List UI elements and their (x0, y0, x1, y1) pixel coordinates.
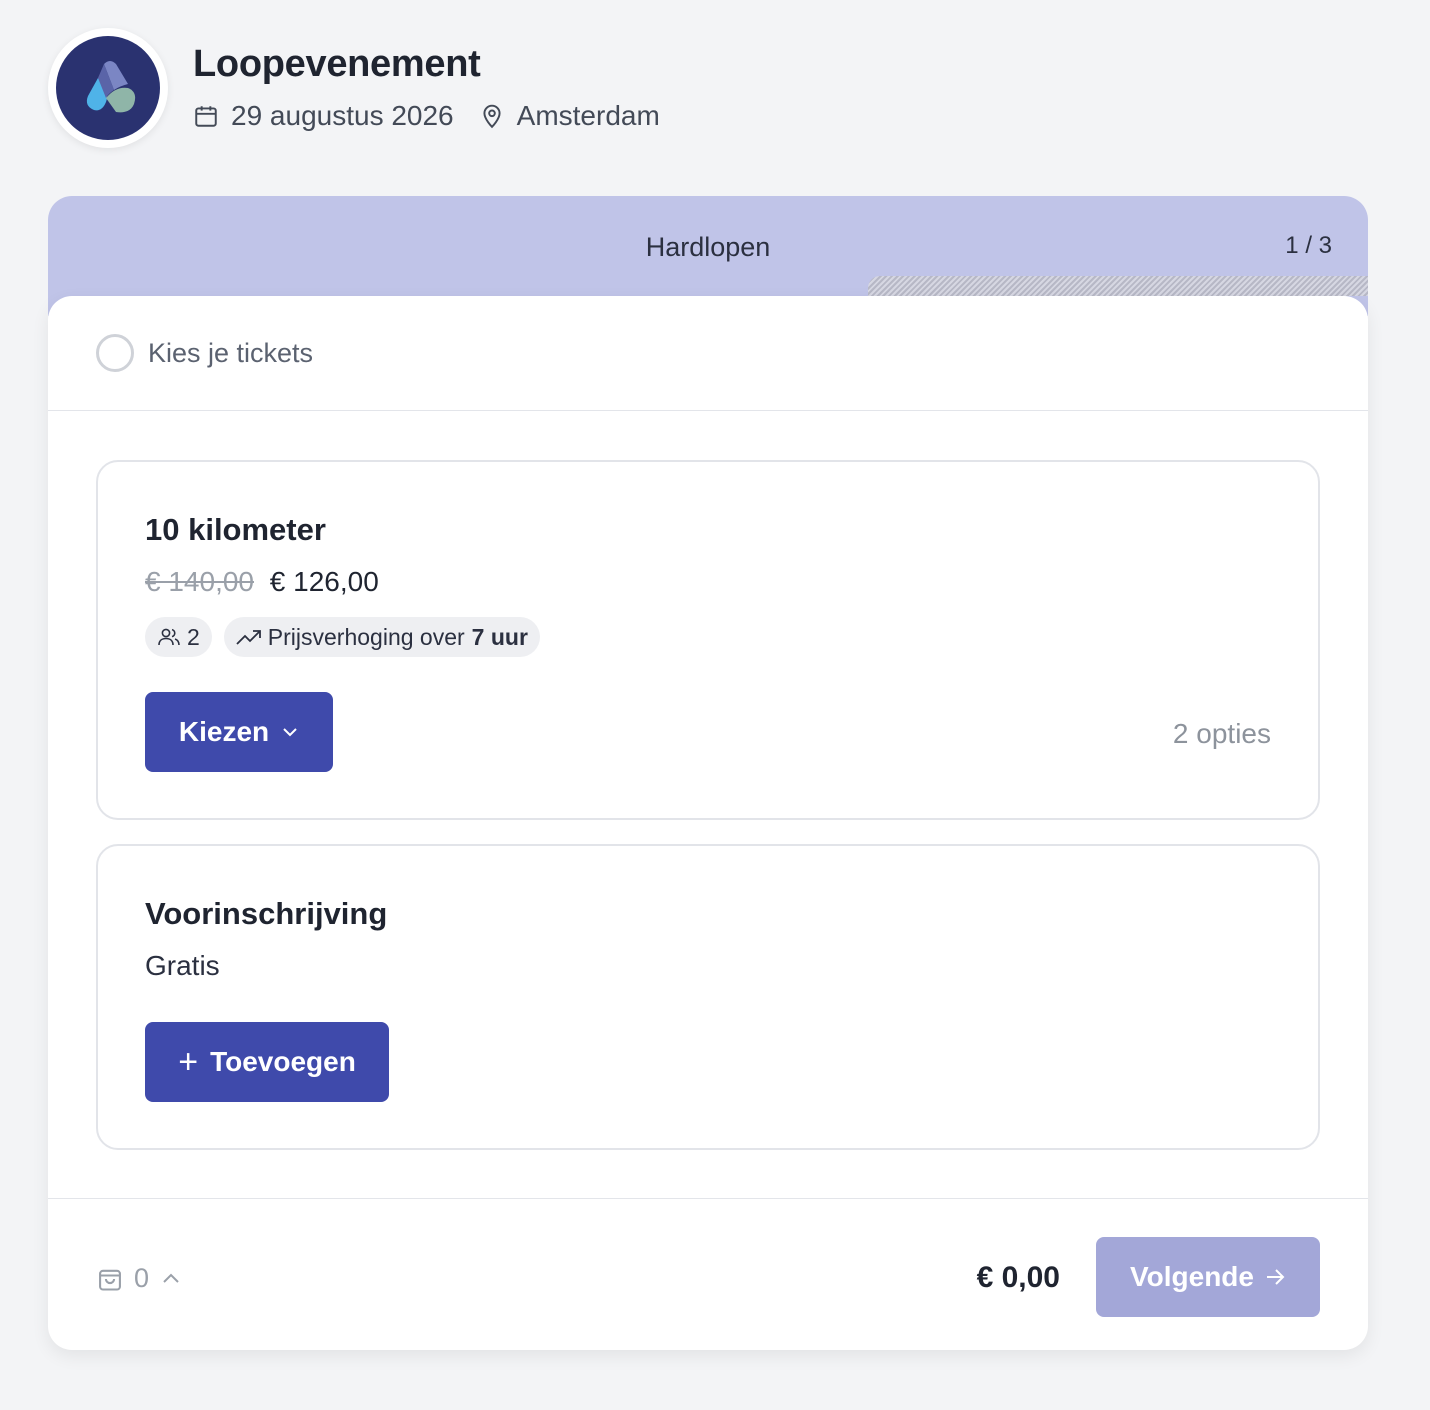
participants-count: 2 (187, 623, 200, 650)
plus-icon: + (178, 1043, 199, 1081)
ticket-price-old: € 140,00 (145, 566, 254, 597)
add-button[interactable]: + Toevoegen (145, 1022, 389, 1102)
ticket-price: Gratis (145, 950, 220, 981)
price-increase-badge: Prijsverhoging over 7 uur (223, 617, 540, 657)
event-logo-mark-icon (86, 61, 136, 113)
ticket-name: Voorinschrijving (145, 896, 388, 931)
cart-count: 0 (134, 1263, 150, 1293)
step-progress-hatch (868, 276, 1368, 296)
ticket-name: 10 kilometer (145, 512, 326, 547)
chevron-up-icon (163, 1273, 179, 1283)
location-pin-icon (483, 104, 501, 129)
choose-button-label: Kiezen (178, 716, 270, 747)
price-increase-time: 7 uur (471, 623, 528, 650)
step-title: Hardlopen (645, 232, 771, 262)
cart-toggle[interactable]: 0 (96, 1263, 191, 1294)
event-logo (48, 28, 168, 148)
participants-badge: 2 (145, 617, 212, 657)
event-date-text: 29 augustus 2026 (231, 99, 454, 131)
arrow-right-icon (1266, 1269, 1285, 1285)
event-title: Loopevenement (193, 43, 481, 86)
event-header: Loopevenement 29 augustus 2026 Amsterdam (48, 28, 685, 148)
ticket-item-preregistration: Voorinschrijving Gratis + Toevoegen (96, 844, 1320, 1150)
users-icon (158, 628, 180, 646)
next-button[interactable]: Volgende (1096, 1237, 1320, 1317)
ticket-price-new: € 126,00 (269, 566, 379, 597)
event-location-text: Amsterdam (516, 99, 660, 131)
section-status-radio (96, 334, 134, 372)
event-date: 29 augustus 2026 (193, 100, 454, 132)
choose-button[interactable]: Kiezen (145, 692, 333, 772)
ticket-price: € 140,00 € 126,00 (145, 566, 379, 598)
section-header: Kies je tickets (48, 296, 1368, 411)
event-location: Amsterdam (479, 100, 660, 132)
shopping-bag-icon (99, 1269, 121, 1291)
calendar-icon (195, 106, 217, 127)
checkout-footer: 0 € 0,00 Volgende (48, 1198, 1368, 1350)
chevron-down-icon (283, 728, 297, 737)
ticket-selection-panel: Hardlopen 1 / 3 Kies je tickets 10 kilom… (48, 196, 1368, 1350)
step-count: 1 / 3 (1285, 232, 1332, 259)
options-count: 2 opties (1172, 718, 1271, 749)
price-increase-text: Prijsverhoging over (267, 623, 465, 650)
section-label: Kies je tickets (148, 337, 314, 368)
ticket-item-10km: 10 kilometer € 140,00 € 126,00 2 Prijsve… (96, 460, 1320, 820)
ticket-card: Kies je tickets 10 kilometer € 140,00 € … (48, 296, 1368, 1350)
order-total: € 0,00 (976, 1261, 1060, 1294)
add-button-label: Toevoegen (210, 1046, 356, 1077)
next-button-label: Volgende (1130, 1261, 1254, 1292)
trending-up-icon (236, 630, 261, 645)
